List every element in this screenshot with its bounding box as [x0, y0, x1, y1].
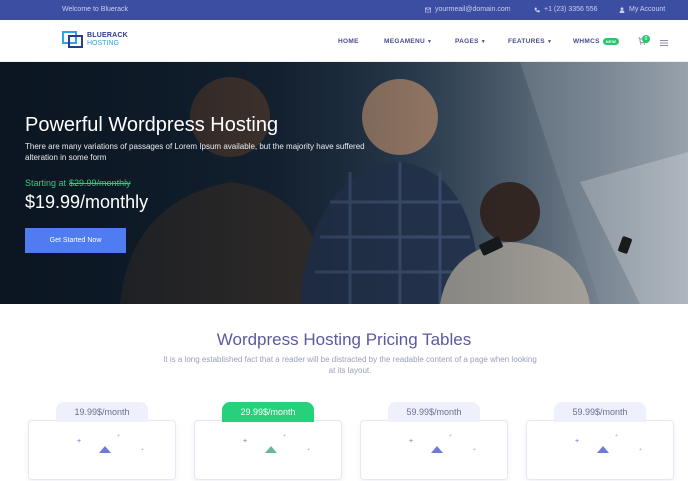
new-badge: NEW: [602, 38, 620, 45]
svg-text:+: +: [307, 447, 310, 453]
plan-illustration: + + +: [575, 433, 642, 453]
nav-whmcs-label: WHMCS: [573, 38, 600, 45]
nav-features-label: FEATURES: [508, 38, 545, 45]
chevron-down-icon: ▼: [546, 38, 553, 45]
current-price: $19.99/monthly: [25, 192, 149, 212]
pricing-section-title: Wordpress Hosting Pricing Tables: [216, 330, 472, 349]
hero-title: Powerful Wordpress Hosting: [25, 114, 279, 136]
chevron-down-icon: ▼: [427, 38, 433, 45]
top-bar: Welcome to Bluerack yourmeail@domain.com…: [0, 0, 688, 20]
my-account-text: My Account: [629, 6, 666, 13]
plan-card-body: + + +: [360, 420, 508, 480]
svg-text:+: +: [615, 433, 618, 439]
plan-card-body: + + +: [526, 420, 674, 480]
svg-text:+: +: [409, 438, 413, 445]
svg-text:+: +: [77, 438, 81, 445]
hero-description: There are many variations of passages of…: [25, 142, 365, 162]
my-account-link[interactable]: My Account: [619, 6, 665, 13]
nav-home-label: HOME: [338, 38, 359, 45]
plan-price-tab: 59.99$/month: [554, 402, 646, 422]
nav-features[interactable]: FEATURES ▼: [508, 38, 552, 45]
pricing-section-subtitle: It is a long established fact that a rea…: [163, 355, 537, 375]
phone-icon: [534, 7, 540, 12]
hamburger-menu-icon[interactable]: [660, 40, 668, 46]
nav-home[interactable]: HOME: [338, 38, 359, 45]
plan-price-tab: 59.99$/month: [388, 402, 480, 422]
pricing-plan-card[interactable]: + + + 59.99$/month: [526, 402, 674, 480]
hero-banner: Powerful Wordpress Hosting There are man…: [0, 62, 688, 304]
svg-text:+: +: [117, 433, 120, 439]
starting-label: Starting at: [25, 178, 67, 188]
get-started-button[interactable]: Get Started Now: [25, 228, 126, 253]
phone-contact[interactable]: +1 (23) 3356 556: [534, 6, 598, 13]
plan-card-body: + + +: [194, 420, 342, 480]
pricing-plan-card-featured[interactable]: + + + 29.99$/month: [194, 402, 342, 480]
logo-line-2: HOSTING: [87, 40, 119, 47]
chevron-down-icon: ▼: [480, 38, 487, 45]
email-text: yourmeail@domain.com: [435, 6, 511, 13]
svg-text:+: +: [449, 433, 452, 439]
starting-price-line: Starting at $29.99/monthly: [25, 178, 131, 188]
main-navbar: BLUERACK HOSTING HOME MEGAMENU ▼ PAGES ▼…: [0, 20, 688, 62]
svg-text:+: +: [575, 438, 579, 445]
plan-card-body: + + +: [28, 420, 176, 480]
svg-text:+: +: [283, 433, 286, 439]
svg-text:+: +: [639, 447, 642, 453]
nav-pages-label: PAGES: [455, 38, 479, 45]
pricing-plan-card[interactable]: + + + 19.99$/month: [28, 402, 176, 480]
nav-pages[interactable]: PAGES ▼: [455, 38, 486, 45]
cart-count-badge: 0: [642, 35, 650, 43]
plan-price-tab: 19.99$/month: [56, 402, 148, 422]
site-logo[interactable]: BLUERACK HOSTING: [62, 31, 128, 49]
plan-illustration: + + +: [243, 433, 310, 453]
pricing-plan-card[interactable]: + + + 59.99$/month: [360, 402, 508, 480]
logo-line-1: BLUERACK: [87, 32, 128, 39]
email-contact[interactable]: yourmeail@domain.com: [425, 6, 511, 13]
svg-text:+: +: [243, 438, 247, 445]
phone-text: +1 (23) 3356 556: [544, 6, 598, 13]
nav-megamenu-label: MEGAMENU: [384, 38, 426, 45]
plan-price-tab: 29.99$/month: [222, 402, 314, 422]
logo-mark-icon: [62, 31, 83, 48]
svg-text:+: +: [473, 447, 476, 453]
welcome-text: Welcome to Bluerack: [62, 6, 129, 13]
nav-megamenu[interactable]: MEGAMENU ▼: [384, 38, 432, 45]
user-icon: [619, 6, 625, 13]
svg-text:+: +: [141, 447, 144, 453]
nav-whmcs[interactable]: WHMCS NEW: [573, 38, 620, 45]
envelope-icon: [425, 7, 431, 12]
old-price: $29.99/monthly: [69, 178, 131, 188]
plan-illustration: + + +: [77, 433, 144, 453]
plan-illustration: + + +: [409, 433, 476, 453]
